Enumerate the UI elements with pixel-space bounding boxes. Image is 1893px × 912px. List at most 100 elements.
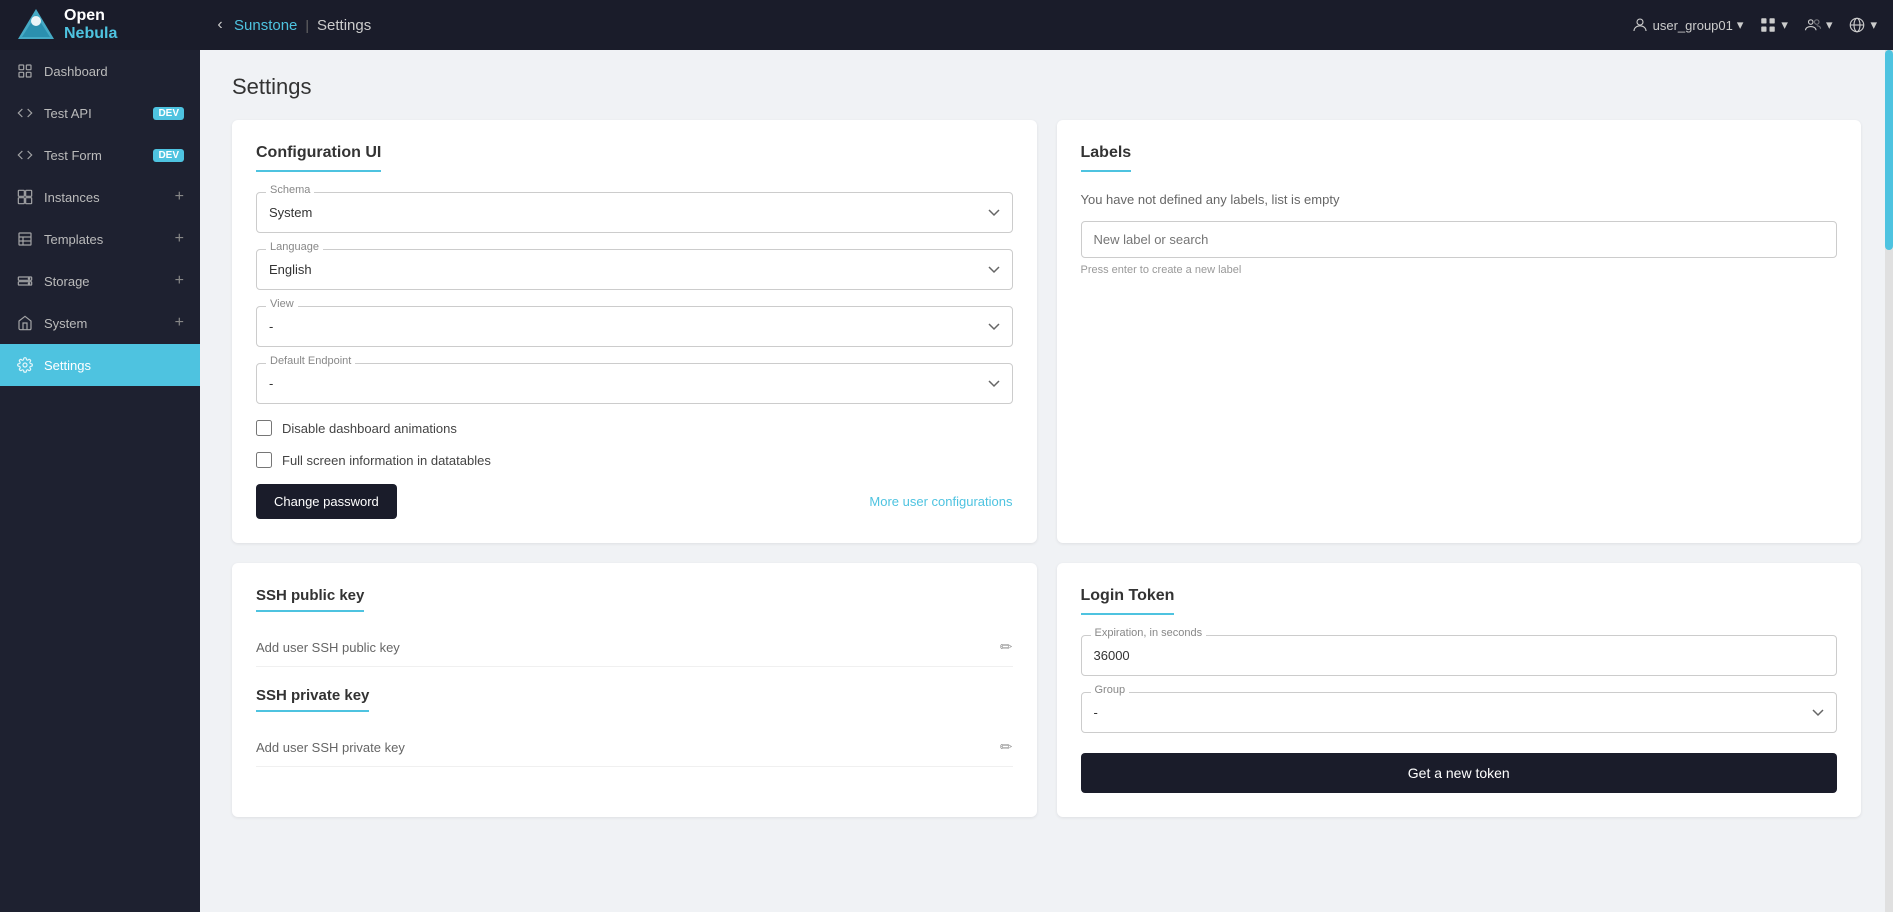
scrollbar-track [1885,50,1893,912]
topbar-product: Sunstone [234,17,297,34]
config-ui-card: Configuration UI Schema System Dark Ligh… [232,120,1037,543]
user-chevron: ▾ [1737,17,1744,33]
sidebar-item-instances[interactable]: Instances + [0,176,200,218]
sidebar-item-system[interactable]: System + [0,302,200,344]
logo: Open Nebula [16,7,206,43]
page-title: Settings [232,74,1861,100]
ssh-private-placeholder: Add user SSH private key [256,740,1000,755]
scrollbar-thumb [1885,50,1893,250]
sidebar-label-test-api: Test API [44,106,143,121]
instances-icon [16,188,34,206]
topbar-right: user_group01 ▾ ▾ ▾ ▾ [1631,16,1877,34]
labels-title: Labels [1081,144,1132,172]
disable-animations-label[interactable]: Disable dashboard animations [282,421,457,436]
ssh-private-row: Add user SSH private key ✏ [256,728,1013,767]
language-label: Language [266,241,323,253]
fullscreen-checkbox[interactable] [256,452,272,468]
fullscreen-label[interactable]: Full screen information in datatables [282,453,491,468]
expiration-input[interactable] [1081,635,1838,676]
sidebar: Dashboard Test API DEV Test Form DEV Ins… [0,50,200,912]
ssh-public-edit-icon[interactable]: ✏ [1000,638,1013,656]
sidebar-label-dashboard: Dashboard [44,64,184,79]
ssh-public-section: SSH public key Add user SSH public key ✏ [256,587,1013,667]
ssh-private-edit-icon[interactable]: ✏ [1000,738,1013,756]
endpoint-field: Default Endpoint - [256,363,1013,404]
expiration-field: Expiration, in seconds [1081,635,1838,676]
language-select[interactable]: English Spanish French German [256,249,1013,290]
config-actions: Change password More user configurations [256,484,1013,519]
sidebar-label-storage: Storage [44,274,165,289]
labels-hint: Press enter to create a new label [1081,264,1838,276]
globe-icon [1848,16,1866,34]
users-menu[interactable]: ▾ [1804,16,1833,34]
login-token-title: Login Token [1081,587,1175,615]
system-plus[interactable]: + [175,314,184,332]
disable-animations-checkbox[interactable] [256,420,272,436]
sidebar-collapse-button[interactable]: ‹ [206,11,234,39]
change-password-button[interactable]: Change password [256,484,397,519]
group-label: Group [1091,684,1130,696]
ssh-private-section: SSH private key Add user SSH private key… [256,687,1013,767]
main-content: Settings Configuration UI Schema System … [200,50,1893,912]
sidebar-item-templates[interactable]: Templates + [0,218,200,260]
user-icon [1631,16,1649,34]
language-field: Language English Spanish French German [256,249,1013,290]
system-icon [16,314,34,332]
logo-text: Open Nebula [64,7,117,42]
config-ui-title: Configuration UI [256,144,381,172]
apps-menu[interactable]: ▾ [1759,16,1788,34]
view-label: View [266,298,298,310]
view-field: View - [256,306,1013,347]
users-icon [1804,16,1822,34]
schema-field: Schema System Dark Light [256,192,1013,233]
logo-open: Open [64,7,117,25]
apps-icon [1759,16,1777,34]
apps-chevron: ▾ [1781,17,1788,33]
sidebar-item-storage[interactable]: Storage + [0,260,200,302]
sidebar-item-settings[interactable]: Settings [0,344,200,386]
test-form-badge: DEV [153,149,184,162]
test-api-badge: DEV [153,107,184,120]
sidebar-label-settings: Settings [44,358,184,373]
sidebar-label-test-form: Test Form [44,148,143,163]
templates-plus[interactable]: + [175,230,184,248]
globe-menu[interactable]: ▾ [1848,16,1877,34]
endpoint-label: Default Endpoint [266,355,355,367]
globe-chevron: ▾ [1870,17,1877,33]
logo-nebula: Nebula [64,25,117,43]
group-select[interactable]: - [1081,692,1838,733]
instances-plus[interactable]: + [175,188,184,206]
login-token-card: Login Token Expiration, in seconds Group… [1057,563,1862,817]
sidebar-item-dashboard[interactable]: Dashboard [0,50,200,92]
labels-empty-text: You have not defined any labels, list is… [1081,192,1838,207]
bottom-cards-row: SSH public key Add user SSH public key ✏… [232,563,1861,817]
topbar: Open Nebula ‹ Sunstone | Settings user_g… [0,0,1893,50]
schema-select[interactable]: System Dark Light [256,192,1013,233]
templates-icon [16,230,34,248]
labels-input[interactable] [1081,221,1838,258]
ssh-private-title: SSH private key [256,687,369,712]
ssh-public-title: SSH public key [256,587,364,612]
ssh-card: SSH public key Add user SSH public key ✏… [232,563,1037,817]
ssh-public-row: Add user SSH public key ✏ [256,628,1013,667]
ssh-public-placeholder: Add user SSH public key [256,640,1000,655]
storage-plus[interactable]: + [175,272,184,290]
view-select[interactable]: - [256,306,1013,347]
endpoint-select[interactable]: - [256,363,1013,404]
more-config-link[interactable]: More user configurations [869,494,1012,509]
test-api-icon [16,104,34,122]
sidebar-label-system: System [44,316,165,331]
settings-icon [16,356,34,374]
fullscreen-row: Full screen information in datatables [256,452,1013,468]
user-menu[interactable]: user_group01 ▾ [1631,16,1744,34]
topbar-page: Settings [317,17,371,34]
users-chevron: ▾ [1826,17,1833,33]
sidebar-item-test-form[interactable]: Test Form DEV [0,134,200,176]
top-cards-row: Configuration UI Schema System Dark Ligh… [232,120,1861,543]
labels-card: Labels You have not defined any labels, … [1057,120,1862,543]
test-form-icon [16,146,34,164]
dashboard-icon [16,62,34,80]
sidebar-item-test-api[interactable]: Test API DEV [0,92,200,134]
logo-icon [16,7,56,43]
get-token-button[interactable]: Get a new token [1081,753,1838,793]
